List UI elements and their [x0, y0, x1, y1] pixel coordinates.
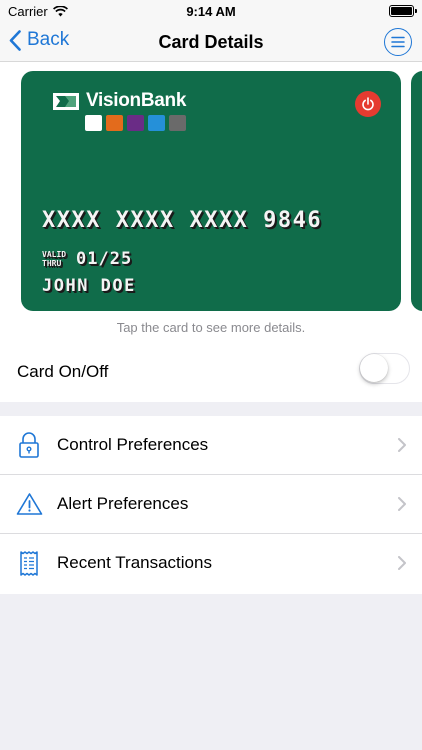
next-card-peek[interactable] — [411, 71, 422, 311]
valid-thru-label: VALID THRU — [42, 250, 67, 268]
page-title: Card Details — [158, 32, 264, 52]
card-toggle-label: Card On/Off — [17, 362, 109, 381]
menu-item-alert-preferences[interactable]: Alert Preferences — [0, 475, 422, 534]
bank-logo: VisionBank — [51, 90, 186, 112]
menu-item-label: Recent Transactions — [57, 553, 212, 572]
card-expiry: 01/25 — [76, 249, 133, 269]
battery-icon — [389, 5, 417, 17]
hamburger-icon — [391, 36, 405, 48]
bank-name: VisionBank — [86, 90, 187, 111]
navigation-bar: Back Card Details — [0, 22, 422, 62]
toggle-knob — [360, 354, 388, 382]
card-holder-name: JOHN DOE — [42, 276, 136, 296]
menu-item-control-preferences[interactable]: Control Preferences — [0, 416, 422, 475]
debit-card[interactable]: VisionBank XXXX XXXX XXXX 9846 VALID THR… — [21, 71, 401, 311]
warning-icon — [15, 490, 43, 518]
color-swatch-purple — [127, 115, 144, 131]
card-toggle-row: Card On/Off — [0, 340, 422, 402]
bank-flag-icon — [53, 93, 79, 110]
chevron-right-icon — [398, 497, 406, 511]
color-swatch-orange — [106, 115, 123, 131]
power-icon — [362, 97, 374, 111]
card-options-list: Control Preferences Alert Preferences Re… — [0, 416, 422, 594]
card-on-off-toggle[interactable] — [359, 353, 410, 384]
chevron-right-icon — [398, 438, 406, 452]
clock: 9:14 AM — [186, 4, 236, 19]
menu-button[interactable] — [384, 28, 412, 56]
receipt-icon — [15, 549, 43, 577]
menu-item-recent-transactions[interactable]: Recent Transactions — [0, 534, 422, 594]
card-hint: Tap the card to see more details. — [116, 320, 306, 335]
lock-icon — [15, 431, 43, 459]
menu-item-label: Alert Preferences — [57, 494, 189, 513]
card-number: XXXX XXXX XXXX 9846 — [42, 208, 323, 233]
menu-item-label: Control Preferences — [57, 435, 209, 454]
chevron-right-icon — [398, 556, 406, 570]
card-power-button[interactable] — [355, 91, 381, 117]
color-swatch-white — [85, 115, 102, 131]
card-carousel[interactable]: VisionBank XXXX XXXX XXXX 9846 VALID THR… — [0, 62, 422, 340]
color-swatches — [85, 115, 186, 131]
card-validity: VALID THRU 01/25 — [42, 249, 132, 269]
color-swatch-blue — [148, 115, 165, 131]
status-bar: Carrier 9:14 AM — [0, 0, 422, 22]
color-swatch-gray — [169, 115, 186, 131]
